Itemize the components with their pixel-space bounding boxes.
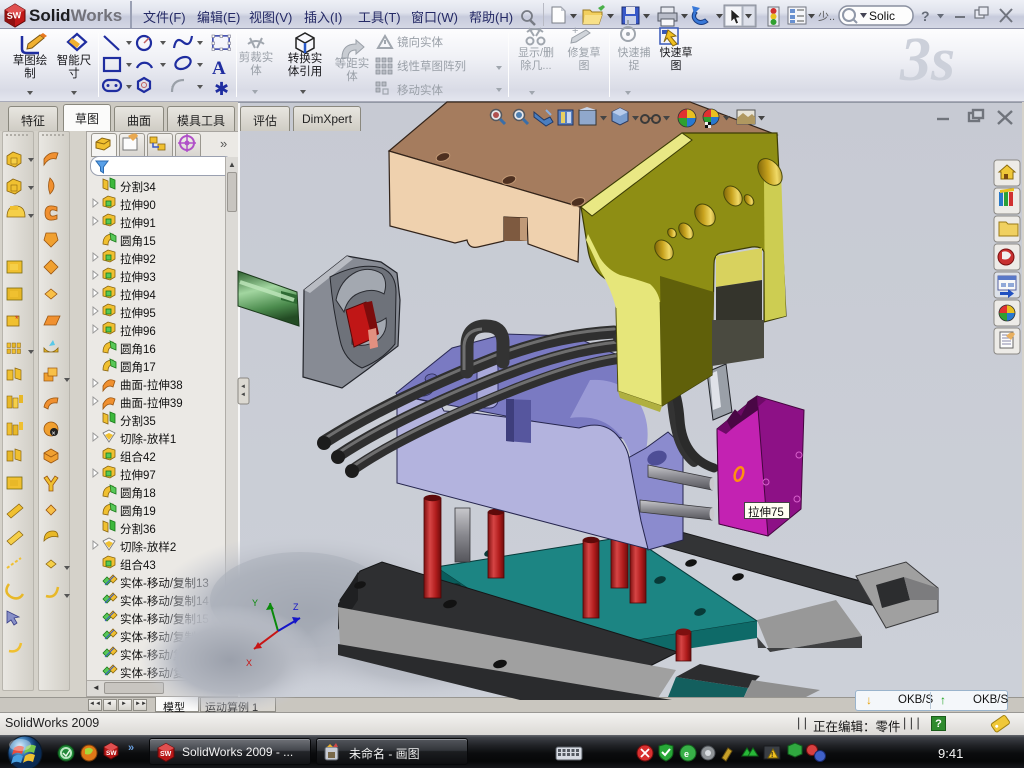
svg-text:+: + bbox=[572, 25, 578, 37]
svg-text:✱: ✱ bbox=[214, 79, 229, 99]
svg-text:少..: 少.. bbox=[818, 10, 835, 23]
svg-text:Solic: Solic bbox=[869, 9, 895, 23]
svg-text:SolidWorks: SolidWorks bbox=[29, 6, 122, 25]
svg-text:SW: SW bbox=[106, 750, 117, 757]
svg-text:SW: SW bbox=[160, 751, 172, 758]
svg-text:SW: SW bbox=[6, 10, 22, 21]
svg-text:A: A bbox=[212, 58, 226, 79]
svg-text:e: e bbox=[684, 749, 689, 759]
svg-text:Z: Z bbox=[293, 602, 299, 612]
svg-text:*: * bbox=[15, 314, 19, 324]
svg-text:?: ? bbox=[921, 8, 930, 24]
svg-text:Y: Y bbox=[252, 598, 258, 608]
svg-text:◄: ◄ bbox=[240, 392, 246, 398]
svg-text:X: X bbox=[246, 658, 252, 668]
svg-text:»: » bbox=[128, 742, 134, 754]
svg-text:!: ! bbox=[771, 752, 773, 759]
svg-text:◄: ◄ bbox=[240, 384, 246, 390]
svg-text:×: × bbox=[52, 431, 56, 438]
